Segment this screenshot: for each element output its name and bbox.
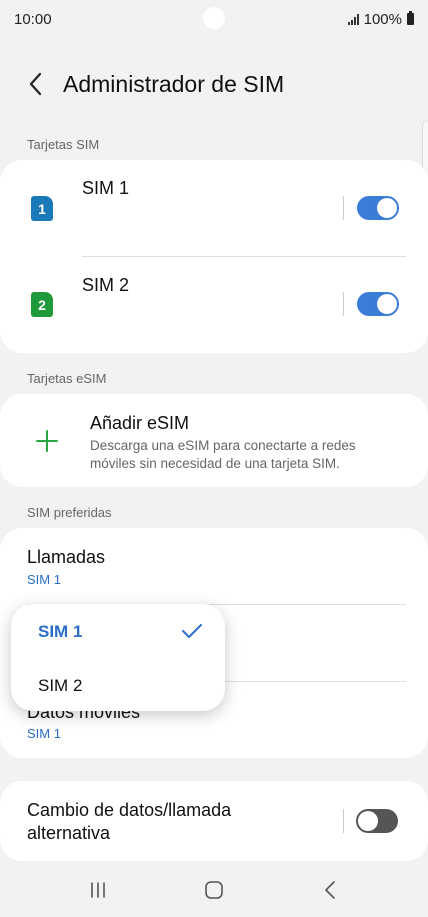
mobile-data-value: SIM 1	[27, 726, 61, 741]
calls-row[interactable]: Llamadas SIM 1	[0, 528, 428, 604]
calls-value: SIM 1	[27, 572, 61, 587]
dropdown-option-sim-2[interactable]: SIM 2	[11, 658, 225, 711]
toggle-knob	[358, 811, 378, 831]
plus-icon	[36, 430, 58, 452]
calls-title: Llamadas	[27, 547, 106, 567]
section-label-preferred: SIM preferidas	[27, 505, 112, 520]
add-esim-desc-line-2: móviles sin necesidad de una tarjeta SIM…	[90, 456, 340, 471]
alt-switch-card: Cambio de datos/llamada alternativa	[0, 781, 428, 861]
sim-select-dropdown: SIM 1 SIM 2	[11, 604, 225, 711]
camera-cutout	[203, 7, 225, 29]
nav-back-icon	[325, 880, 335, 899]
recent-apps-button[interactable]	[74, 866, 122, 914]
home-icon	[205, 880, 223, 899]
back-button[interactable]	[12, 60, 60, 108]
toggle-knob	[377, 294, 397, 314]
sim-1-name: SIM 1	[82, 178, 130, 198]
section-label-sim: Tarjetas SIM	[27, 137, 100, 152]
home-button[interactable]	[190, 866, 238, 914]
add-esim-title: Añadir eSIM	[90, 413, 190, 433]
navigation-bar	[0, 862, 428, 917]
page-title: Administrador de SIM	[63, 70, 285, 97]
dropdown-option-label: SIM 1	[38, 622, 83, 641]
sim-2-number: 2	[38, 296, 46, 313]
back-arrow-icon	[29, 72, 42, 96]
app-header: Administrador de SIM	[0, 60, 428, 108]
add-esim-desc-line-1: Descarga una eSIM para conectarte a rede…	[90, 438, 356, 453]
battery-icon	[407, 11, 414, 25]
sim-2-name: SIM 2	[82, 275, 130, 295]
sim-row-1[interactable]: 1 SIM 1	[0, 160, 428, 256]
sim-2-icon: 2	[31, 292, 53, 317]
alt-switch-line-2: alternativa	[27, 823, 111, 843]
alt-switch-toggle[interactable]	[356, 809, 398, 833]
add-esim-card[interactable]: Añadir eSIM Descarga una eSIM para conec…	[0, 394, 428, 487]
alt-switch-line-1: Cambio de datos/llamada	[27, 800, 232, 820]
toggle-divider	[343, 809, 344, 833]
add-esim-description: Descarga una eSIM para conectarte a rede…	[90, 437, 356, 473]
sim-1-number: 1	[38, 200, 46, 217]
section-label-esim: Tarjetas eSIM	[27, 371, 107, 386]
recent-apps-icon	[91, 881, 105, 898]
battery-percent: 100%	[363, 10, 402, 28]
sim-2-toggle[interactable]	[357, 292, 399, 316]
dropdown-option-label: SIM 2	[38, 676, 83, 695]
sim-row-2[interactable]: 2 SIM 2	[0, 257, 428, 353]
toggle-divider	[343, 196, 344, 220]
sim-1-toggle[interactable]	[357, 196, 399, 220]
status-icons: 100%	[347, 10, 414, 28]
sim-cards-card: 1 SIM 1 2 SIM 2	[0, 160, 428, 353]
sim-1-icon: 1	[31, 196, 53, 221]
toggle-knob	[377, 198, 397, 218]
signal-icon	[347, 13, 359, 25]
check-icon	[182, 624, 202, 638]
status-time: 10:00	[14, 10, 52, 28]
toggle-divider	[343, 292, 344, 316]
dropdown-option-sim-1[interactable]: SIM 1	[11, 604, 225, 658]
alt-switch-title: Cambio de datos/llamada alternativa	[27, 799, 231, 845]
nav-back-button[interactable]	[306, 866, 354, 914]
